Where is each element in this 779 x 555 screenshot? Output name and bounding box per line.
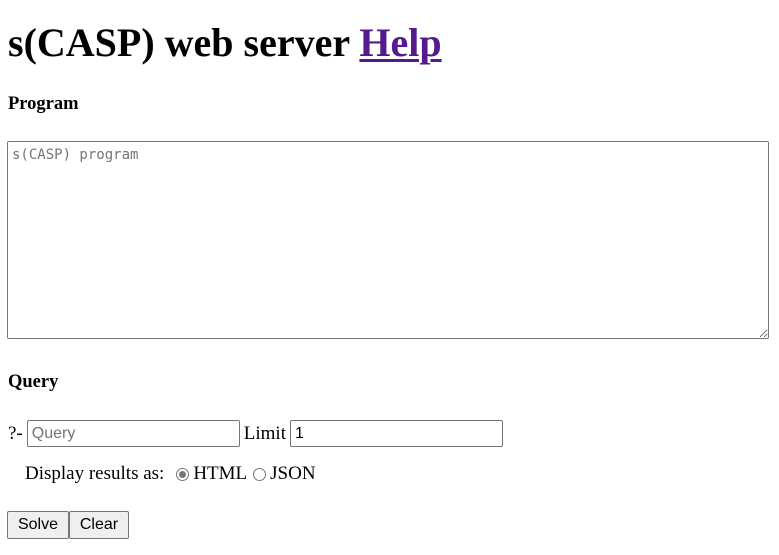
program-heading: Program xyxy=(8,94,79,114)
query-row: ?- Limit xyxy=(8,420,503,447)
clear-button[interactable]: Clear xyxy=(69,511,129,539)
page-title: s(CASP) web server Help xyxy=(8,0,771,65)
query-prompt: ?- xyxy=(8,422,23,444)
limit-label: Limit xyxy=(243,422,286,444)
action-buttons: Solve Clear xyxy=(7,511,129,539)
query-heading: Query xyxy=(8,372,59,392)
display-results-label: Display results as: xyxy=(25,463,165,484)
radio-html-label[interactable]: HTML xyxy=(193,463,247,485)
radio-json-label[interactable]: JSON xyxy=(270,463,315,485)
query-input[interactable] xyxy=(26,420,240,447)
solve-button[interactable]: Solve xyxy=(7,511,69,539)
page-title-text: s(CASP) web server xyxy=(8,20,350,65)
radio-html[interactable] xyxy=(176,467,190,481)
display-results-row: Display results as: HTML JSON xyxy=(25,462,316,486)
program-textarea[interactable] xyxy=(7,141,769,339)
page: s(CASP) web server Help Program Query ?-… xyxy=(0,0,779,539)
limit-input[interactable] xyxy=(290,420,503,447)
radio-json[interactable] xyxy=(253,467,267,481)
help-link[interactable]: Help xyxy=(359,20,441,65)
